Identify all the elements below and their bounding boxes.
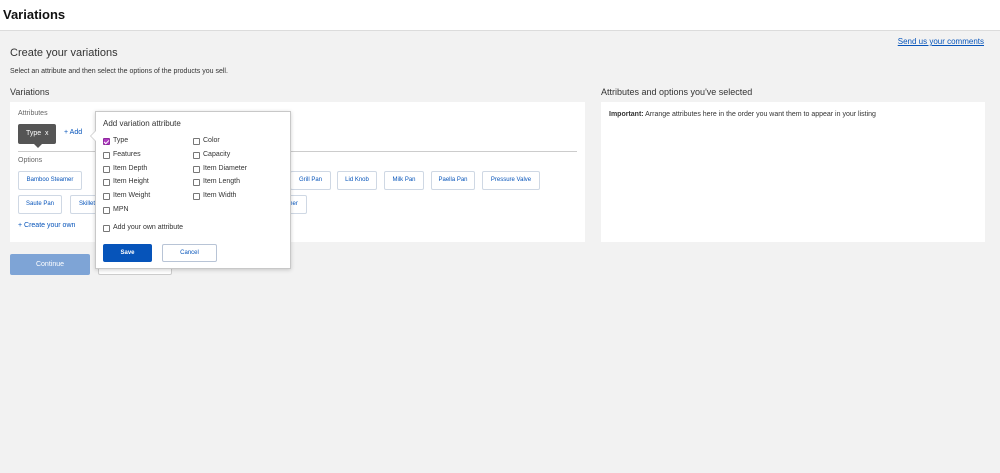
create-heading: Create your variations [10,47,118,59]
checkbox-label: Item Height [113,178,149,185]
option-button[interactable]: Grill Pan [290,171,331,190]
option-button[interactable]: Milk Pan [384,171,424,190]
attribute-chip-type[interactable]: Type x [18,124,56,148]
attribute-chip-label: Type [26,130,42,137]
checkbox-label: Type [113,137,129,144]
checkbox-icon[interactable] [193,152,200,159]
option-button[interactable]: Lid Knob [337,171,377,190]
popup-title: Add variation attribute [103,119,181,128]
variations-heading: Variations [10,87,50,97]
checkbox-label: Item Diameter [203,165,247,172]
selected-card: Important: Arrange attributes here in th… [601,102,985,242]
add-attribute-link[interactable]: + Add [64,129,82,136]
option-button[interactable]: Saute Pan [18,195,62,214]
top-bar: Variations [0,0,1000,31]
checkbox-label: Features [113,151,141,158]
options-label: Options [18,157,43,164]
page-title: Variations [3,7,66,22]
remove-attribute-icon[interactable]: x [45,130,49,137]
checkbox-label: Item Width [203,192,237,199]
checkbox-label: Color [203,137,220,144]
send-comments-link[interactable]: Send us your comments [898,37,984,46]
checkbox-label: Item Depth [113,165,148,172]
checkbox-label: Item Length [203,178,240,185]
save-button[interactable]: Save [103,244,152,262]
important-text: Arrange attributes here in the order you… [645,111,876,118]
option-button[interactable]: Bamboo Steamer [18,171,82,190]
checkbox-label: Capacity [203,151,231,158]
option-button[interactable]: Pressure Valve [482,171,540,190]
option-button[interactable]: Paella Pan [431,171,475,190]
checkbox-icon[interactable] [103,179,110,186]
attributes-label: Attributes [18,110,48,117]
checkbox-label: Item Weight [113,192,151,199]
checkbox-icon[interactable] [103,193,110,200]
checkbox-icon[interactable] [193,166,200,173]
create-subtext: Select an attribute and then select the … [10,68,228,75]
create-own-link[interactable]: + Create your own [18,222,75,229]
checkbox-icon[interactable] [103,152,110,159]
selected-heading: Attributes and options you've selected [601,87,753,97]
checkbox-icon[interactable] [193,193,200,200]
add-attribute-popup: Add variation attribute Type Features It… [90,111,291,269]
checkbox-icon[interactable] [103,138,110,145]
important-label: Important: [609,111,644,118]
important-note: Important: Arrange attributes here in th… [609,111,876,118]
cancel-button[interactable]: Cancel [162,244,217,262]
checkbox-icon[interactable] [103,207,110,214]
checkbox-icon[interactable] [103,225,110,232]
checkbox-icon[interactable] [103,166,110,173]
checkbox-label: MPN [113,206,129,213]
checkbox-icon[interactable] [193,138,200,145]
checkbox-icon[interactable] [193,179,200,186]
continue-button[interactable]: Continue [10,254,90,275]
checkbox-label: Add your own attribute [113,224,184,231]
